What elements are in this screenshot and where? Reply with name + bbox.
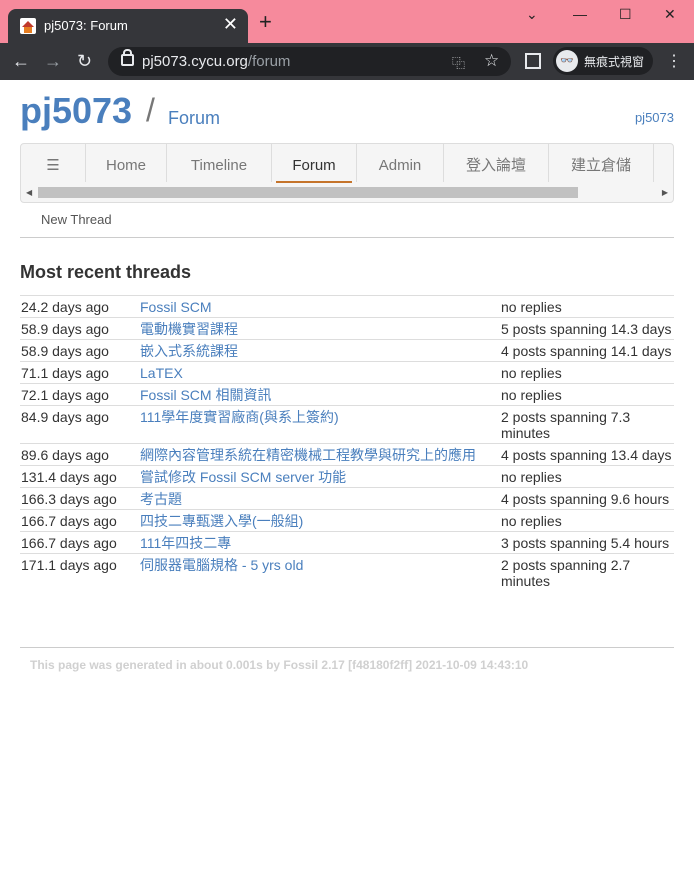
thread-row: 166.7 days ago 111年四技二專 3 posts spanning 5…: [20, 531, 674, 554]
browser-toolbar: ← → ↻ pj5073.cycu.org/forum ⿻ ☆ 👓 無痕式視窗 …: [0, 43, 694, 80]
menu-item-timeline[interactable]: Timeline: [167, 144, 272, 182]
browser-tabstrip: pj5073: Forum ✕ + ⌄ — ☐ ✕: [0, 0, 694, 43]
menu-item-admin[interactable]: Admin: [357, 144, 444, 182]
thread-age: 89.6 days ago: [20, 443, 139, 466]
thread-age: 24.2 days ago: [20, 295, 139, 318]
menu-item-home[interactable]: Home: [86, 144, 167, 182]
thread-status: 2 posts spanning 2.7 minutes: [500, 553, 674, 591]
thread-title-link[interactable]: 伺服器電腦規格 - 5 yrs old: [139, 553, 500, 591]
thread-status: no replies: [500, 383, 674, 406]
scrollbar-thumb[interactable]: [38, 187, 578, 198]
user-link[interactable]: pj5073: [635, 110, 674, 125]
site-logo[interactable]: pj5073: [20, 90, 132, 132]
menu-horizontal-scrollbar[interactable]: ◀ ▶: [21, 185, 673, 200]
thread-age: 166.3 days ago: [20, 487, 139, 510]
reload-icon[interactable]: ↻: [77, 51, 92, 71]
side-panel-icon[interactable]: [525, 53, 541, 69]
thread-age: 58.9 days ago: [20, 339, 139, 362]
thread-age: 166.7 days ago: [20, 531, 139, 554]
close-tab-icon[interactable]: ✕: [223, 15, 238, 33]
thread-row: 24.2 days ago Fossil SCM no replies: [20, 295, 674, 318]
footer-divider: [20, 647, 674, 648]
thread-age: 166.7 days ago: [20, 509, 139, 532]
incognito-label: 無痕式視窗: [584, 55, 645, 69]
hamburger-menu-icon[interactable]: ☰: [21, 144, 86, 182]
incognito-indicator[interactable]: 👓 無痕式視窗: [553, 47, 653, 75]
thread-row: 131.4 days ago 嘗試修改 Fossil SCM server 功能 n…: [20, 465, 674, 488]
lock-icon: [121, 49, 134, 66]
thread-age: 171.1 days ago: [20, 553, 139, 591]
thread-title-link[interactable]: LaTEX: [139, 361, 500, 384]
thread-status: no replies: [500, 295, 674, 318]
menu-item-create-repo[interactable]: 建立倉儲: [549, 144, 654, 182]
tab-title: pj5073: Forum: [44, 18, 128, 33]
tab-search-chevron-icon[interactable]: ⌄: [526, 6, 538, 23]
page-title[interactable]: Forum: [168, 108, 220, 129]
menu-item-login[interactable]: 登入論壇: [444, 144, 549, 182]
main-menu: ☰ Home Timeline Forum Admin 登入論壇 建立倉儲 ◀ …: [20, 143, 674, 203]
thread-title-link[interactable]: 電動機實習課程: [139, 317, 500, 340]
incognito-icon: 👓: [556, 50, 578, 72]
scroll-left-arrow-icon[interactable]: ◀: [26, 185, 32, 200]
thread-row: 84.9 days ago 111學年度實習廠商(與系上簽約) 2 posts sp…: [20, 405, 674, 444]
maximize-icon[interactable]: ☐: [619, 6, 632, 23]
minimize-icon[interactable]: —: [573, 6, 587, 22]
scroll-right-arrow-icon[interactable]: ▶: [662, 185, 668, 200]
thread-status: 4 posts spanning 14.1 days: [500, 339, 674, 362]
thread-status: 4 posts spanning 9.6 hours: [500, 487, 674, 510]
thread-title-link[interactable]: 111年四技二專: [139, 531, 500, 554]
new-tab-icon[interactable]: +: [259, 11, 272, 33]
thread-row: 89.6 days ago 網際內容管理系統在精密機械工程教學與研究上的應用 4 p…: [20, 443, 674, 466]
thread-age: 84.9 days ago: [20, 405, 139, 444]
site-header: pj5073 / Forum pj5073: [0, 80, 694, 140]
back-arrow-icon[interactable]: ←: [12, 51, 30, 71]
url-text[interactable]: pj5073.cycu.org/forum: [142, 53, 290, 70]
new-thread-link[interactable]: New Thread: [41, 212, 112, 227]
thread-row: 72.1 days ago Fossil SCM 相關資訊 no replies: [20, 383, 674, 406]
thread-status: no replies: [500, 465, 674, 488]
thread-age: 72.1 days ago: [20, 383, 139, 406]
thread-row: 71.1 days ago LaTEX no replies: [20, 361, 674, 384]
section-heading: Most recent threads: [20, 262, 192, 282]
forward-arrow-icon[interactable]: →: [44, 51, 62, 71]
thread-title-link[interactable]: Fossil SCM: [139, 295, 500, 318]
thread-row: 166.7 days ago 四技二專甄選入學(一般組) no replies: [20, 509, 674, 532]
fossil-favicon-icon: [20, 18, 36, 34]
thread-status: 5 posts spanning 14.3 days: [500, 317, 674, 340]
thread-title-link[interactable]: 111學年度實習廠商(與系上簽約): [139, 405, 500, 444]
threads-table: 24.2 days ago Fossil SCM no replies 58.9 da…: [20, 295, 674, 591]
divider: [20, 237, 674, 238]
thread-age: 131.4 days ago: [20, 465, 139, 488]
thread-row: 171.1 days ago 伺服器電腦規格 - 5 yrs old 2 posts…: [20, 553, 674, 591]
thread-title-link[interactable]: 嵌入式系統課程: [139, 339, 500, 362]
thread-title-link[interactable]: Fossil SCM 相關資訊: [139, 383, 500, 406]
thread-row: 58.9 days ago 電動機實習課程 5 posts spanning 14.…: [20, 317, 674, 340]
thread-status: 2 posts spanning 7.3 minutes: [500, 405, 674, 444]
footer-text: This page was generated in about 0.001s …: [30, 658, 529, 672]
title-separator: /: [146, 92, 155, 128]
address-bar[interactable]: pj5073.cycu.org/forum ⿻ ☆: [108, 47, 511, 76]
window-close-icon[interactable]: ✕: [664, 6, 676, 23]
thread-age: 58.9 days ago: [20, 317, 139, 340]
thread-status: no replies: [500, 509, 674, 532]
browser-tab[interactable]: pj5073: Forum ✕: [8, 9, 248, 43]
thread-title-link[interactable]: 四技二專甄選入學(一般組): [139, 509, 500, 532]
translate-icon[interactable]: ⿻: [452, 53, 465, 72]
menu-item-forum[interactable]: Forum: [272, 144, 357, 183]
thread-status: 4 posts spanning 13.4 days: [500, 443, 674, 466]
thread-title-link[interactable]: 考古題: [139, 487, 500, 510]
thread-age: 71.1 days ago: [20, 361, 139, 384]
thread-status: 3 posts spanning 5.4 hours: [500, 531, 674, 554]
thread-title-link[interactable]: 網際內容管理系統在精密機械工程教學與研究上的應用: [139, 443, 500, 466]
thread-row: 58.9 days ago 嵌入式系統課程 4 posts spanning 14.…: [20, 339, 674, 362]
thread-title-link[interactable]: 嘗試修改 Fossil SCM server 功能: [139, 465, 500, 488]
bookmark-star-icon[interactable]: ☆: [484, 51, 499, 71]
browser-menu-icon[interactable]: ⋮: [666, 51, 682, 71]
thread-row: 166.3 days ago 考古題 4 posts spanning 9.6 ho…: [20, 487, 674, 510]
thread-status: no replies: [500, 361, 674, 384]
page-content: pj5073 / Forum pj5073 ☰ Home Timeline Fo…: [0, 80, 694, 672]
